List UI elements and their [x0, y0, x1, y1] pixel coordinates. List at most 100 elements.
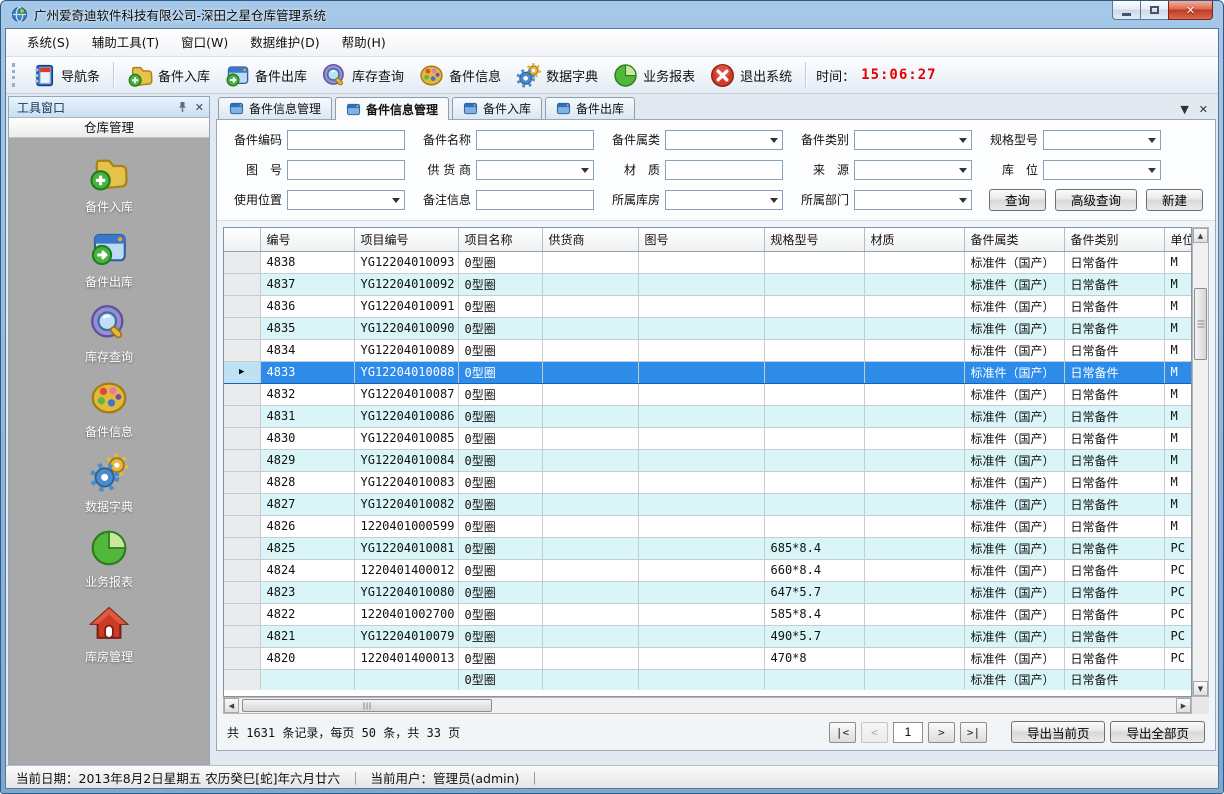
- vertical-scrollbar[interactable]: ▲ ▼: [1192, 227, 1209, 697]
- menu-item[interactable]: 系统(S): [16, 30, 81, 56]
- table-row[interactable]: 4823YG122040100800型圈647*5.7标准件（国产）日常备件PC: [224, 581, 1192, 603]
- toolbar-button[interactable]: 数据字典: [508, 60, 605, 90]
- horizontal-scrollbar-thumb[interactable]: [242, 699, 492, 712]
- table-cell: 标准件（国产）: [964, 317, 1064, 339]
- spec-model-select[interactable]: [1043, 130, 1161, 150]
- part-class-select[interactable]: [665, 130, 783, 150]
- remark-input[interactable]: [476, 190, 594, 210]
- column-header[interactable]: 备件类别: [1064, 228, 1164, 251]
- scroll-down-icon[interactable]: ▼: [1193, 681, 1208, 696]
- tab-list-dropdown-icon[interactable]: ▼: [1180, 104, 1188, 115]
- pin-icon[interactable]: [177, 101, 188, 113]
- table-row[interactable]: 4825YG122040100810型圈685*8.4标准件（国产）日常备件PC: [224, 537, 1192, 559]
- sidebar-item[interactable]: 数据字典: [85, 452, 133, 515]
- table-row[interactable]: 4836YG122040100910型圈标准件（国产）日常备件M: [224, 295, 1192, 317]
- tab[interactable]: 备件出库: [545, 97, 635, 119]
- scroll-left-icon[interactable]: ◀: [224, 698, 239, 713]
- table-row[interactable]: 482012204014000130型圈470*8标准件（国产）日常备件PC: [224, 647, 1192, 669]
- next-page-button[interactable]: >: [928, 722, 955, 743]
- sidebar-item[interactable]: 备件出库: [85, 227, 133, 290]
- menu-item[interactable]: 辅助工具(T): [81, 30, 170, 56]
- dock-group-header[interactable]: 仓库管理: [9, 118, 209, 138]
- column-header[interactable]: 规格型号: [764, 228, 864, 251]
- toolbar-button[interactable]: 导航条: [23, 60, 107, 90]
- location-select[interactable]: [1043, 160, 1161, 180]
- vertical-scrollbar-thumb[interactable]: [1194, 288, 1207, 360]
- column-header[interactable]: 项目名称: [458, 228, 542, 251]
- table-row[interactable]: 482412204014000120型圈660*8.4标准件（国产）日常备件PC: [224, 559, 1192, 581]
- form-row: 图 号供 货 商材 质来 源库 位: [225, 157, 1207, 182]
- table-row[interactable]: 4831YG122040100860型圈标准件（国产）日常备件M: [224, 405, 1192, 427]
- material-input[interactable]: [665, 160, 783, 180]
- toolbar-button[interactable]: 业务报表: [605, 60, 702, 90]
- row-marker-cell: [224, 471, 260, 493]
- column-header[interactable]: 单位: [1164, 228, 1192, 251]
- close-button[interactable]: ✕: [1168, 1, 1213, 20]
- table-row[interactable]: 4828YG122040100830型圈标准件（国产）日常备件M: [224, 471, 1192, 493]
- column-header[interactable]: 项目编号: [354, 228, 458, 251]
- table-row[interactable]: 4830YG122040100850型圈标准件（国产）日常备件M: [224, 427, 1192, 449]
- sidebar-item[interactable]: 库存查询: [85, 302, 133, 365]
- column-header[interactable]: 图号: [638, 228, 764, 251]
- tab-active[interactable]: 备件信息管理: [335, 97, 449, 120]
- sidebar-item[interactable]: 库房管理: [85, 602, 133, 665]
- last-page-button[interactable]: >|: [960, 722, 987, 743]
- table-row-partial[interactable]: 0型圈标准件（国产）日常备件: [224, 669, 1192, 690]
- tab-close-icon[interactable]: ✕: [1199, 104, 1208, 115]
- supplier-select[interactable]: [476, 160, 594, 180]
- source-select[interactable]: [854, 160, 972, 180]
- part-type-select[interactable]: [854, 130, 972, 150]
- column-header[interactable]: 供货商: [542, 228, 638, 251]
- export-current-page-button[interactable]: 导出当前页: [1011, 721, 1106, 743]
- part-name-input[interactable]: [476, 130, 594, 150]
- table-row[interactable]: 4835YG122040100900型圈标准件（国产）日常备件M: [224, 317, 1192, 339]
- table-row[interactable]: 482212204010027000型圈585*8.4标准件（国产）日常备件PC: [224, 603, 1192, 625]
- part-code-input[interactable]: [287, 130, 405, 150]
- sidebar-item[interactable]: 备件信息: [85, 377, 133, 440]
- dock-close-icon[interactable]: ✕: [195, 102, 204, 113]
- row-marker-column-header[interactable]: [224, 228, 260, 251]
- menu-item[interactable]: 数据维护(D): [239, 30, 330, 56]
- minimize-button[interactable]: [1112, 1, 1141, 20]
- toolbar-button[interactable]: 备件信息: [411, 60, 508, 90]
- tab[interactable]: 备件入库: [452, 97, 542, 119]
- sidebar-item[interactable]: 备件入库: [85, 152, 133, 215]
- table-row[interactable]: 482612204010005990型圈标准件（国产）日常备件M: [224, 515, 1192, 537]
- sidebar-item[interactable]: 业务报表: [85, 527, 133, 590]
- drawing-no-input[interactable]: [287, 160, 405, 180]
- column-header[interactable]: 材质: [864, 228, 964, 251]
- new-button[interactable]: 新建: [1146, 189, 1203, 211]
- maximize-button[interactable]: [1141, 1, 1168, 20]
- department-select[interactable]: [854, 190, 972, 210]
- table-row[interactable]: 4821YG122040100790型圈490*5.7标准件（国产）日常备件PC: [224, 625, 1192, 647]
- column-header[interactable]: 编号: [260, 228, 354, 251]
- table-row[interactable]: 4832YG122040100870型圈标准件（国产）日常备件M: [224, 383, 1192, 405]
- query-button[interactable]: 查询: [989, 189, 1046, 211]
- toolbar-grip-icon[interactable]: [12, 63, 19, 87]
- scroll-right-icon[interactable]: ▶: [1176, 698, 1191, 713]
- usage-position-select[interactable]: [287, 190, 405, 210]
- toolbar-button[interactable]: 备件出库: [217, 60, 314, 90]
- scroll-up-icon[interactable]: ▲: [1193, 228, 1208, 243]
- table-row[interactable]: 4827YG122040100820型圈标准件（国产）日常备件M: [224, 493, 1192, 515]
- row-marker-cell: [224, 383, 260, 405]
- menu-item[interactable]: 帮助(H): [331, 30, 397, 56]
- table-cell: 标准件（国产）: [964, 515, 1064, 537]
- advanced-query-button[interactable]: 高级查询: [1055, 189, 1137, 211]
- tab[interactable]: 备件信息管理: [218, 97, 332, 119]
- table-row[interactable]: 4838YG122040100930型圈标准件（国产）日常备件M: [224, 251, 1192, 273]
- page-number-input[interactable]: [893, 722, 923, 743]
- table-row[interactable]: 4829YG122040100840型圈标准件（国产）日常备件M: [224, 449, 1192, 471]
- table-row-selected[interactable]: ▶4833YG122040100880型圈标准件（国产）日常备件M: [224, 361, 1192, 383]
- horizontal-scrollbar[interactable]: ◀ ▶: [223, 697, 1192, 714]
- first-page-button[interactable]: |<: [829, 722, 856, 743]
- toolbar-button[interactable]: 库存查询: [314, 60, 411, 90]
- table-row[interactable]: 4837YG122040100920型圈标准件（国产）日常备件M: [224, 273, 1192, 295]
- column-header[interactable]: 备件属类: [964, 228, 1064, 251]
- warehouse-select[interactable]: [665, 190, 783, 210]
- toolbar-button[interactable]: 备件入库: [120, 60, 217, 90]
- toolbar-button[interactable]: 退出系统: [702, 60, 799, 90]
- table-row[interactable]: 4834YG122040100890型圈标准件（国产）日常备件M: [224, 339, 1192, 361]
- menu-item[interactable]: 窗口(W): [170, 30, 239, 56]
- export-all-pages-button[interactable]: 导出全部页: [1110, 721, 1205, 743]
